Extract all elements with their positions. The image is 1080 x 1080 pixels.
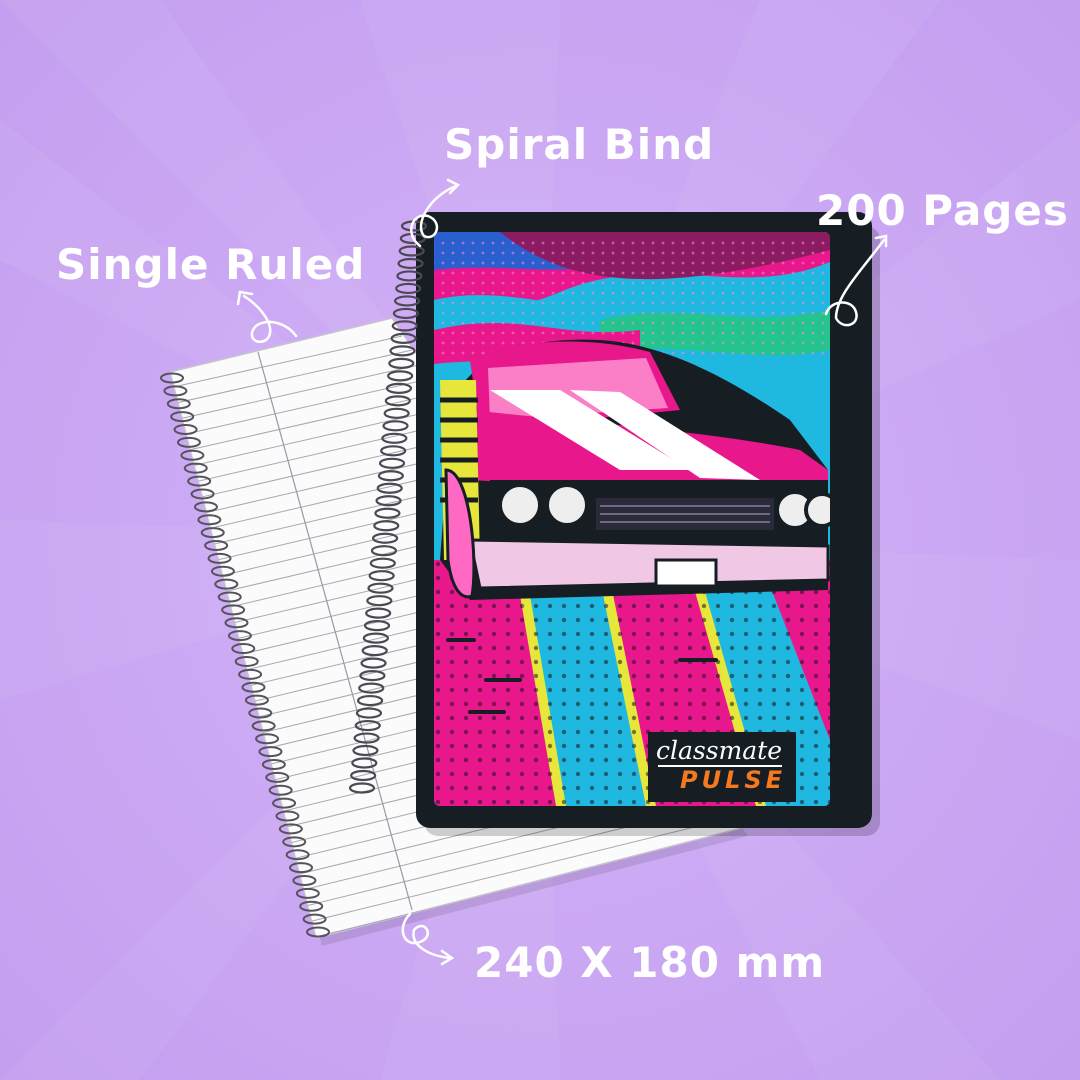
label-spiral-bind: Spiral Bind: [444, 120, 715, 169]
arrow-spiral-bind: [410, 184, 458, 248]
product-image: classmate PULSE Spiral Bind 200 Pages Si…: [0, 0, 1080, 1080]
label-ruling: Single Ruled: [56, 240, 366, 289]
label-dimensions: 240 X 180 mm: [474, 938, 826, 987]
label-page-count: 200 Pages: [816, 186, 1069, 235]
arrow-ruled: [242, 294, 298, 343]
arrow-pages: [824, 238, 886, 327]
